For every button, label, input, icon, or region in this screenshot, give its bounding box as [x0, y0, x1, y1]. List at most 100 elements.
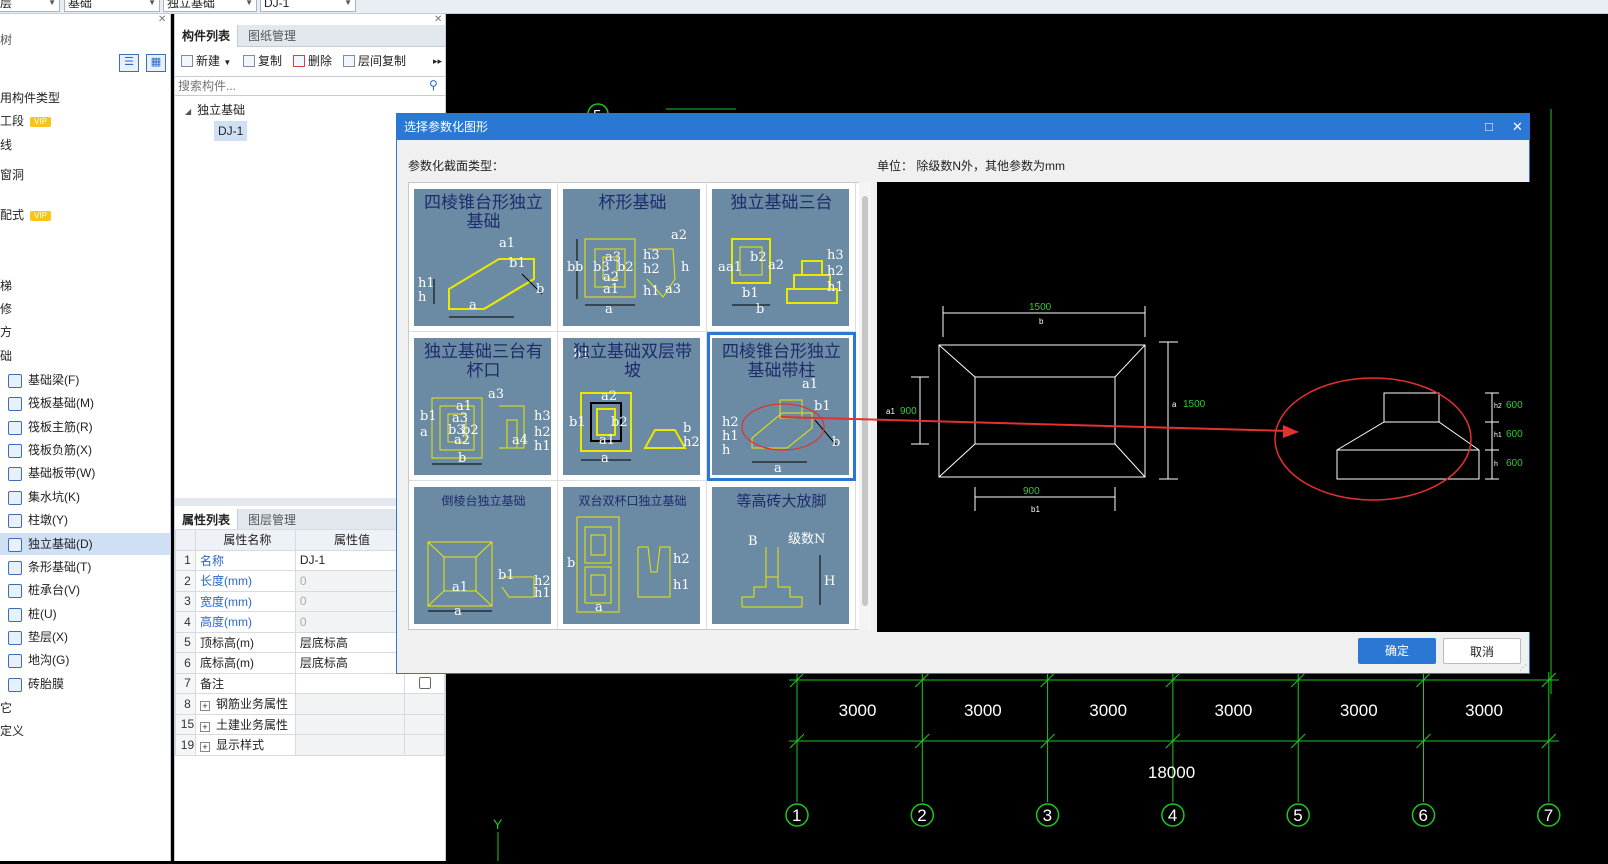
ok-button[interactable]: 确定 [1358, 638, 1436, 664]
collapse-icon[interactable]: ◢ [185, 107, 191, 116]
tree-item[interactable]: 梯 [0, 275, 170, 297]
delete-button[interactable]: 删除 [293, 51, 332, 71]
tree-item[interactable]: 砖胎膜 [0, 673, 170, 695]
property-value[interactable] [294, 672, 406, 694]
more-icon[interactable]: ▸▸ [433, 51, 442, 71]
property-value[interactable] [294, 693, 406, 715]
tree-root-label: 独立基础 [197, 103, 246, 117]
select-parametric-shape-dialog: 选择参数化图形 □ ✕ 参数化截面类型： 单位： 除级数N外，其他参数为mm a… [396, 113, 1531, 674]
property-value[interactable]: 0 [294, 611, 406, 633]
tree-item[interactable]: 配式 VIP [0, 204, 170, 226]
close-icon[interactable]: ✕ [434, 14, 442, 25]
shape-option[interactable]: a2 b1 b2 a1 a b h2 h1 独立基础双层带坡 [558, 332, 707, 481]
floor-combo[interactable]: 层 ▼ [0, 0, 60, 12]
tree-item[interactable]: 柱墩(Y) [0, 509, 170, 531]
expand-icon[interactable]: + [199, 701, 210, 712]
dimension-label: a1 [452, 580, 468, 595]
copy-button[interactable]: 复制 [243, 51, 282, 71]
tree-item-label: 柱墩(Y) [28, 513, 68, 527]
table-row[interactable]: 15 + 土建业务属性 [175, 713, 445, 735]
tree-item[interactable]: 筏板主筋(R) [0, 416, 170, 438]
shape-option[interactable]: a2 b b b3 b2 a3 a2 a1 a h3 h2 h1 h a3 杯形基础 [558, 183, 707, 332]
shape-option[interactable]: b2 a2 a a1 b1 b h3 h2 h1 独立基础三台 [707, 183, 856, 332]
tree-item[interactable]: 基础梁(F) [0, 369, 170, 391]
tree-root[interactable]: ◢ 独立基础 [185, 100, 245, 120]
tree-item[interactable]: 工段 VIP [0, 110, 170, 132]
shape-option[interactable]: B 级数N H 等高砖大放脚 [707, 481, 856, 629]
search-icon[interactable]: ⚲ [429, 78, 438, 92]
tab-property-list[interactable]: 属性列表 [175, 509, 239, 531]
tree-item[interactable]: 桩(U) [0, 603, 170, 625]
close-icon[interactable]: ✕ [158, 14, 166, 25]
span-dimension: 3000 [1215, 701, 1253, 720]
tab-layer-management[interactable]: 图层管理 [241, 509, 303, 531]
tree-item[interactable]: 定义 [0, 720, 170, 742]
shape-thumbnail: a2 b b b3 b2 a3 a2 a1 a h3 h2 h1 h a3 杯形基础 [563, 189, 700, 326]
table-row[interactable]: 7 备注 [175, 672, 445, 694]
grid-view-icon[interactable]: ▦ [146, 54, 166, 72]
tree-item[interactable]: 地沟(G) [0, 649, 170, 671]
dim-value-a: 1500 [1183, 399, 1206, 410]
scrollbar-thumb[interactable] [862, 196, 868, 606]
tree-item-dj1[interactable]: DJ-1 [214, 121, 248, 141]
dimension-label: h2 [534, 425, 551, 440]
new-button[interactable]: 新建 ▼ [181, 51, 231, 71]
expand-icon[interactable]: + [199, 742, 210, 753]
tree-item[interactable]: 垫层(X) [0, 626, 170, 648]
tree-item[interactable]: 窗洞 [0, 164, 170, 186]
search-input[interactable] [175, 77, 415, 95]
expand-icon[interactable]: + [199, 721, 210, 732]
tree-item[interactable]: 修 [0, 298, 170, 320]
maximize-icon[interactable]: □ [1485, 114, 1493, 140]
tree-item[interactable]: 筏板负筋(X) [0, 439, 170, 461]
floor-copy-button[interactable]: 层间复制 [343, 51, 406, 71]
property-value[interactable]: 层底标高 [294, 631, 406, 653]
dialog-titlebar: 选择参数化图形 □ ✕ [397, 114, 1529, 140]
category-combo[interactable]: 基础 ▼ [64, 0, 160, 12]
dimension-label: h1 [418, 276, 435, 291]
tree-item[interactable]: 桩承台(V) [0, 579, 170, 601]
property-value[interactable]: 0 [294, 570, 406, 592]
type-combo[interactable]: 独立基础 ▼ [163, 0, 257, 12]
tree-item[interactable]: 它 [0, 697, 170, 719]
shape-option[interactable]: a b h2 h1 双台双杯口独立基础 [558, 481, 707, 629]
span-dimension: 3000 [1340, 701, 1378, 720]
row-number: 19 [175, 734, 196, 756]
close-icon[interactable]: ✕ [1512, 114, 1523, 140]
tree-item[interactable]: 筏板基础(M) [0, 392, 170, 414]
property-value[interactable]: 层底标高 [294, 652, 406, 674]
highlight-ellipse [1274, 377, 1472, 501]
shape-thumbnail: a3 a1 b1 a3 b2 b3 a2 a b h3 h2 h1 a4 独立基础三台有杯口 [414, 338, 551, 475]
dim-name-h: h [1494, 461, 1498, 468]
tree-item[interactable]: 方 [0, 321, 170, 343]
dimension-label: h2 [643, 262, 660, 277]
cancel-button[interactable]: 取消 [1443, 638, 1521, 664]
table-row[interactable]: 19 + 显示样式 [175, 734, 445, 756]
gallery-scrollbar[interactable] [859, 182, 871, 630]
table-row[interactable]: 8 + 钢筋业务属性 [175, 693, 445, 715]
shape-option[interactable]: a3 a1 b1 a3 b2 b3 a2 a b h3 h2 h1 a4 独立基础三台有杯口 [409, 332, 558, 481]
tree-item[interactable]: 集水坑(K) [0, 486, 170, 508]
dim-value-a1: 900 [900, 406, 917, 417]
tree-item[interactable]: 用构件类型 [0, 87, 170, 109]
tree-item[interactable]: 础 [0, 345, 170, 367]
property-value[interactable]: DJ-1 [294, 549, 406, 571]
tab-component-list[interactable]: 构件列表 [175, 25, 239, 47]
tree-item[interactable]: 独立基础(D) [0, 533, 170, 555]
shape-option[interactable]: a1 b1 h1 h a b 四棱锥台形独立基础 [409, 183, 558, 332]
shape-option[interactable]: a1 b1 h2 h1 h a b 四棱锥台形独立基础带柱 [707, 332, 856, 481]
drawing-stroke [427, 541, 445, 558]
shape-option[interactable]: b1 a1 a h2 h1 倒棱台独立基础 [409, 481, 558, 629]
tree-item[interactable]: 线 [0, 134, 170, 156]
tree-item[interactable]: 条形基础(T) [0, 556, 170, 578]
component-combo[interactable]: DJ-1 ▼ [260, 0, 356, 12]
property-value[interactable] [294, 734, 406, 756]
remark-checkbox[interactable] [419, 677, 432, 690]
resize-grip-icon[interactable]: ⋰ [1519, 663, 1527, 672]
axis-label: 4 [1168, 806, 1177, 825]
list-view-icon[interactable]: ☰ [119, 54, 139, 72]
tree-item[interactable]: 基础板带(W) [0, 462, 170, 484]
property-value[interactable] [294, 713, 406, 735]
property-value[interactable]: 0 [294, 590, 406, 612]
tab-drawing-management[interactable]: 图纸管理 [241, 25, 303, 47]
